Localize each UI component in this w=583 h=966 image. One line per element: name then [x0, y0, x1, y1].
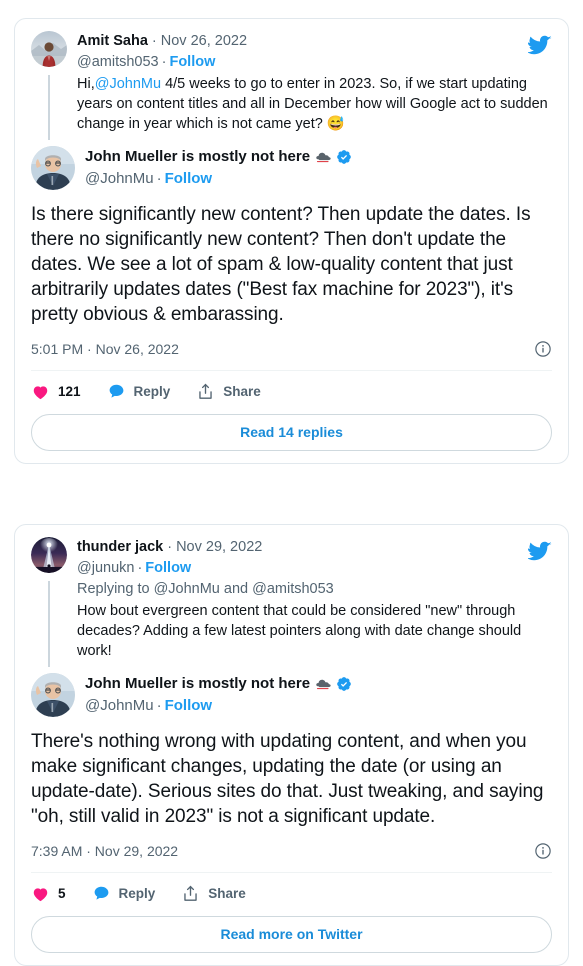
share-arrow-icon: [181, 884, 200, 903]
tweet-timestamp[interactable]: 5:01 PM · Nov 26, 2022: [31, 340, 179, 358]
speech-bubble-icon: [92, 884, 111, 903]
quoted-name-line: thunder jack · Nov 29, 2022: [77, 538, 552, 557]
quoted-identity: thunder jack · Nov 29, 2022 @junukn · Foll…: [77, 537, 552, 661]
main-display-name[interactable]: John Mueller is mostly not here: [85, 674, 310, 694]
main-display-name[interactable]: John Mueller is mostly not here: [85, 147, 310, 167]
main-identity: John Mueller is mostly not here @JohnMu …: [85, 673, 552, 716]
main-identity: John Mueller is mostly not here @JohnMu …: [85, 146, 552, 189]
verified-badge-icon: [336, 676, 352, 692]
info-circle-icon[interactable]: [534, 842, 552, 860]
quoted-post-date[interactable]: Nov 29, 2022: [176, 538, 262, 557]
share-label: Share: [208, 885, 246, 901]
reply-button[interactable]: Reply: [92, 884, 156, 903]
main-handle[interactable]: @JohnMu: [85, 697, 154, 714]
share-arrow-icon: [196, 382, 215, 401]
verified-badge-icon: [336, 149, 352, 165]
quoted-handle-line: @amitsh053 · Follow: [77, 52, 552, 72]
quoted-text-prefix: Hi,: [77, 76, 95, 92]
tweet-actions: 5 Reply Share: [31, 873, 552, 907]
handle-separator: ·: [137, 560, 143, 576]
follow-link[interactable]: Follow: [169, 54, 215, 70]
quoted-handle-line: @junukn · Follow: [77, 558, 552, 578]
like-count: 121: [58, 383, 81, 399]
name-separator: ·: [167, 539, 173, 555]
main-name-line: John Mueller is mostly not here: [85, 147, 552, 167]
cloud-emoji: [315, 676, 332, 693]
sweat-smile-emoji: 😅: [326, 116, 345, 132]
avatar-john-mueller[interactable]: [31, 146, 75, 190]
twitter-embeds-container: Amit Saha · Nov 26, 2022 @amitsh053 · Foll…: [0, 0, 583, 966]
quoted-name-line: Amit Saha · Nov 26, 2022: [77, 32, 552, 51]
handle-separator: ·: [156, 170, 162, 187]
timestamp-row: 7:39 AM · Nov 29, 2022: [31, 842, 552, 873]
quoted-handle[interactable]: @amitsh053: [77, 54, 159, 70]
like-button[interactable]: 5: [31, 884, 66, 903]
main-handle-line: @JohnMu · Follow: [85, 169, 552, 189]
tweet-timestamp[interactable]: 7:39 AM · Nov 29, 2022: [31, 842, 178, 860]
heart-icon: [31, 884, 50, 903]
main-name-line: John Mueller is mostly not here: [85, 674, 552, 694]
read-replies-button[interactable]: Read 14 replies: [31, 414, 552, 451]
main-handle-line: @JohnMu · Follow: [85, 696, 552, 716]
main-handle[interactable]: @JohnMu: [85, 170, 154, 187]
avatar-john-mueller[interactable]: [31, 673, 75, 717]
quoted-tweet-text: Hi,@JohnMu 4/5 weeks to go to enter in 2…: [77, 74, 552, 134]
info-circle-icon[interactable]: [534, 340, 552, 358]
avatar-thunder-jack[interactable]: [31, 537, 67, 573]
tweet-card: Amit Saha · Nov 26, 2022 @amitsh053 · Foll…: [14, 18, 569, 464]
thread-connector-line: [48, 75, 50, 140]
quoted-handle[interactable]: @junukn: [77, 560, 134, 576]
quoted-display-name[interactable]: Amit Saha: [77, 32, 148, 51]
quoted-display-name[interactable]: thunder jack: [77, 538, 163, 557]
tweet-actions: 121 Reply Share: [31, 371, 552, 405]
replying-to-line: Replying to @JohnMu and @amitsh053: [77, 581, 334, 597]
avatar-amit-saha[interactable]: [31, 31, 67, 67]
card-spacer: [0, 464, 583, 524]
share-button[interactable]: Share: [196, 382, 261, 401]
main-tweet-author: John Mueller is mostly not here @JohnMu …: [31, 146, 552, 190]
main-tweet-author: John Mueller is mostly not here @JohnMu …: [31, 673, 552, 717]
quoted-tweet: Amit Saha · Nov 26, 2022 @amitsh053 · Foll…: [31, 31, 552, 140]
timestamp-row: 5:01 PM · Nov 26, 2022: [31, 340, 552, 371]
thread-connector-line: [48, 581, 50, 667]
read-more-button[interactable]: Read more on Twitter: [31, 916, 552, 953]
speech-bubble-icon: [107, 382, 126, 401]
handle-separator: ·: [161, 54, 167, 70]
reply-label: Reply: [133, 383, 171, 399]
quoted-post-date[interactable]: Nov 26, 2022: [161, 32, 247, 51]
like-count: 5: [58, 885, 66, 901]
follow-link[interactable]: Follow: [145, 560, 191, 576]
reply-button[interactable]: Reply: [107, 382, 171, 401]
main-tweet-text: Is there significantly new content? Then…: [31, 204, 531, 325]
handle-separator: ·: [156, 697, 162, 714]
quoted-tweet: thunder jack · Nov 29, 2022 @junukn · Foll…: [31, 537, 552, 667]
share-button[interactable]: Share: [181, 884, 246, 903]
mention-link[interactable]: @JohnMu: [95, 76, 161, 92]
quoted-tweet-text: How bout evergreen content that could be…: [77, 603, 522, 659]
cloud-emoji: [315, 149, 332, 166]
tweet-card: thunder jack · Nov 29, 2022 @junukn · Foll…: [14, 524, 569, 966]
follow-link[interactable]: Follow: [165, 170, 213, 187]
quoted-identity: Amit Saha · Nov 26, 2022 @amitsh053 · Foll…: [77, 31, 552, 134]
reply-label: Reply: [118, 885, 156, 901]
heart-icon: [31, 382, 50, 401]
follow-link[interactable]: Follow: [165, 697, 213, 714]
name-separator: ·: [151, 33, 157, 49]
main-tweet-text: There's nothing wrong with updating cont…: [31, 731, 544, 827]
share-label: Share: [223, 383, 261, 399]
like-button[interactable]: 121: [31, 382, 81, 401]
